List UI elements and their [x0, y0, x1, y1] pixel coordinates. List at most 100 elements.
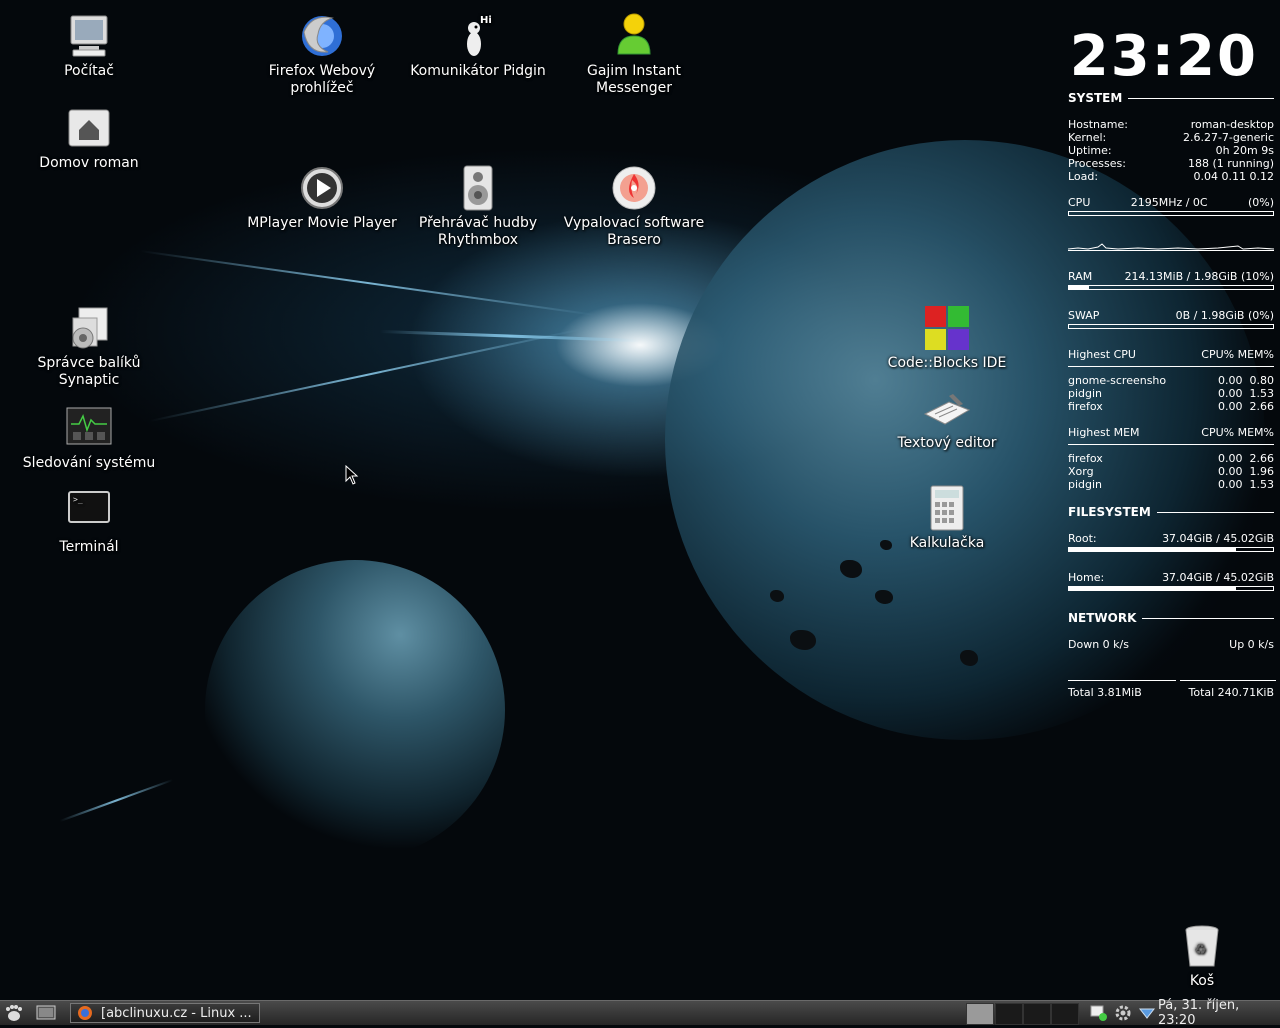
svg-text:>_: >_ [73, 495, 83, 504]
bottom-panel: [abclinuxu.cz - Linux ... Pá, 31. říjen,… [0, 998, 1280, 1028]
conky-clock: 23:20 [1069, 24, 1258, 89]
settings-tray[interactable] [1114, 1003, 1134, 1023]
desktop-icon-codeblocks[interactable]: Code::Blocks IDE [872, 304, 1022, 372]
highest-cpu-header: Highest CPU CPU% MEM% [1068, 348, 1274, 361]
rhythmbox-icon [454, 164, 502, 212]
pidgin-icon: Hi [454, 12, 502, 60]
icon-label: Terminál [59, 539, 119, 555]
desktop-icon-trash[interactable]: ♻ Koš [1127, 922, 1277, 990]
conky-row-network-speed: Down 0 k/s Up 0 k/s [1068, 638, 1274, 651]
conky-row-cpu: CPU 2195MHz / 0C (0%) [1068, 196, 1274, 209]
icon-label: Přehrávač hudby Rhythmbox [418, 215, 538, 248]
cpu-usage-bar [1068, 211, 1274, 216]
light-streak [379, 330, 640, 343]
root-fs-bar [1068, 547, 1274, 552]
divider [1068, 366, 1274, 367]
conky-row-load: Load: 0.04 0.11 0.12 [1068, 170, 1274, 183]
pidgin-tray[interactable] [1090, 1003, 1110, 1023]
conky-row-ram: RAM 214.13MiB / 1.98GiB (10%) [1068, 270, 1274, 283]
light-streak [149, 328, 581, 422]
workspace-1[interactable] [966, 1003, 994, 1025]
gajim-icon [610, 12, 658, 60]
conky-row-home-fs: Home: 37.04GiB / 45.02GiB [1068, 571, 1274, 584]
svg-text:♻: ♻ [1194, 942, 1207, 958]
icon-label: Code::Blocks IDE [887, 355, 1007, 371]
light-streak [59, 779, 174, 822]
process-row: Xorg 0.00 1.96 [1068, 465, 1274, 478]
asteroid [960, 650, 978, 666]
desktop-icon-computer[interactable]: Počítač [14, 12, 164, 80]
process-row: firefox 0.00 2.66 [1068, 452, 1274, 465]
download-graph [1068, 672, 1176, 681]
icon-label: Textový editor [897, 435, 997, 451]
icon-label: Koš [1189, 973, 1215, 989]
workspace-2[interactable] [995, 1003, 1023, 1025]
asteroid [875, 590, 893, 604]
desktop-icon-home[interactable]: Domov roman [14, 104, 164, 172]
icon-label: Kalkulačka [909, 535, 985, 551]
show-desktop-icon [36, 1005, 56, 1020]
conky-row-uptime: Uptime: 0h 20m 9s [1068, 144, 1274, 157]
brasero-icon [610, 164, 658, 212]
clock-applet[interactable]: Pá, 31. říjen, 23:20 [1158, 998, 1280, 1028]
terminal-icon: >_ [65, 488, 113, 536]
chat-status-icon [1090, 1005, 1107, 1021]
gnome-foot-icon [6, 1005, 22, 1021]
system-monitor-icon [65, 404, 113, 452]
ram-usage-fill [1069, 286, 1090, 289]
desktop-icon-system-monitor[interactable]: Sledování systému [14, 404, 164, 472]
conky-row-root-fs: Root: 37.04GiB / 45.02GiB [1068, 532, 1274, 545]
mplayer-icon [298, 164, 346, 212]
cpu-usage-graph [1068, 242, 1274, 251]
desktop-icon-firefox[interactable]: Firefox Webový prohlížeč [247, 12, 397, 97]
asteroid [790, 630, 816, 650]
system-section-header: SYSTEM [1068, 91, 1274, 105]
computer-icon [65, 12, 113, 60]
desktop-icon-brasero[interactable]: Vypalovací software Brasero [559, 164, 709, 249]
network-tray[interactable] [1138, 1003, 1158, 1023]
conky-row-processes: Processes: 188 (1 running) [1068, 157, 1274, 170]
icon-label: Správce balíků Synaptic [37, 355, 141, 388]
asteroid [840, 560, 862, 578]
taskbar-window-title: [abclinuxu.cz - Linux ... [101, 1005, 252, 1021]
desktop-icon-text-editor[interactable]: Textový editor [872, 384, 1022, 452]
desktop-icon-mplayer[interactable]: MPlayer Movie Player [247, 164, 397, 232]
mouse-cursor-icon [345, 465, 359, 485]
ram-usage-bar [1068, 285, 1274, 290]
network-section-header: NETWORK [1068, 611, 1274, 625]
desktop-icon-pidgin[interactable]: Hi Komunikátor Pidgin [403, 12, 553, 80]
divider [1068, 444, 1274, 445]
icon-label: Gajim Instant Messenger [586, 63, 682, 96]
icon-label: Firefox Webový prohlížeč [268, 63, 376, 96]
firefox-icon [298, 12, 346, 60]
trash-icon: ♻ [1178, 922, 1226, 970]
desktop-icon-terminal[interactable]: >_ Terminál [14, 488, 164, 556]
conky-row-hostname: Hostname: roman-desktop [1068, 118, 1274, 131]
network-icon [1138, 1008, 1156, 1019]
calculator-icon [923, 484, 971, 532]
taskbar-window-button[interactable]: [abclinuxu.cz - Linux ... [70, 1003, 260, 1023]
desktop-icon-synaptic[interactable]: Správce balíků Synaptic [14, 304, 164, 389]
show-desktop-button[interactable] [36, 1003, 58, 1023]
workspace-4[interactable] [1051, 1003, 1079, 1025]
desktop-icon-calculator[interactable]: Kalkulačka [872, 484, 1022, 552]
process-row: gnome-screensho 0.00 0.80 [1068, 374, 1274, 387]
conky-row-kernel: Kernel: 2.6.27-7-generic [1068, 131, 1274, 144]
conky-row-network-total: Total 3.81MiB Total 240.71KiB [1068, 686, 1274, 699]
home-folder-icon [65, 104, 113, 152]
icon-label: Sledování systému [22, 455, 156, 471]
highest-mem-header: Highest MEM CPU% MEM% [1068, 426, 1274, 439]
icon-label: Vypalovací software Brasero [563, 215, 705, 248]
gear-icon [1115, 1005, 1131, 1021]
workspace-3[interactable] [1023, 1003, 1051, 1025]
text-editor-icon [923, 384, 971, 432]
icon-label: Počítač [64, 63, 114, 79]
home-fs-bar [1068, 586, 1274, 591]
process-row: firefox 0.00 2.66 [1068, 400, 1274, 413]
desktop-icon-gajim[interactable]: Gajim Instant Messenger [559, 12, 709, 97]
background-moon [205, 560, 505, 860]
desktop-icon-rhythmbox[interactable]: Přehrávač hudby Rhythmbox [403, 164, 553, 249]
asteroid [770, 590, 784, 602]
upload-graph [1180, 672, 1276, 681]
main-menu-button[interactable] [3, 1003, 25, 1023]
